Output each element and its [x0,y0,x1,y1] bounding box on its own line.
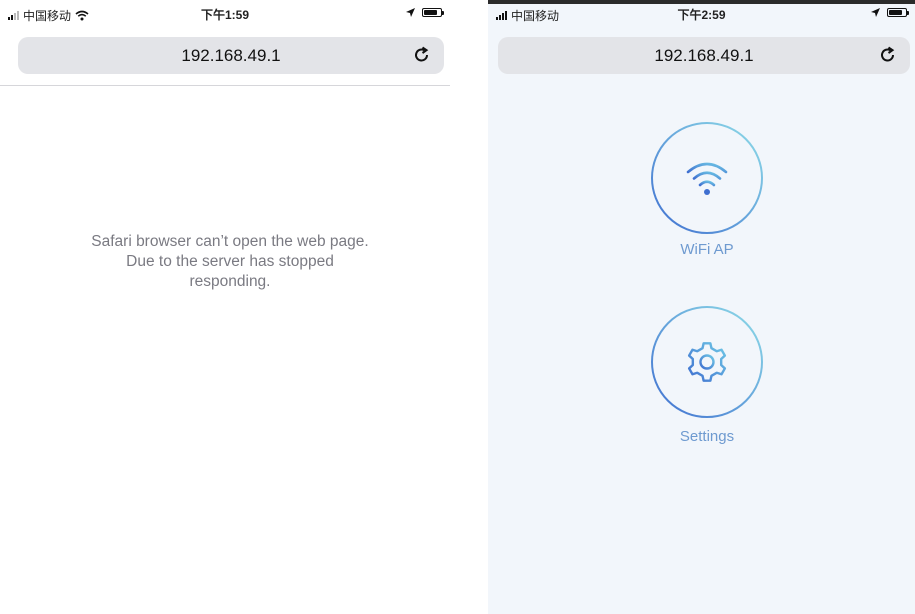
url-text: 192.168.49.1 [654,46,754,65]
battery-icon [422,8,444,17]
settings-label: Settings [679,428,735,445]
location-icon [406,8,415,17]
reload-icon[interactable] [412,45,432,65]
battery-icon [887,8,909,17]
status-bar: 中国移动 下午1:59 [0,0,450,30]
location-icon [871,8,880,17]
url-bar[interactable]: 192.168.49.1 [498,37,910,74]
reload-icon[interactable] [878,45,898,65]
divider [0,85,450,86]
status-time: 下午1:59 [200,8,250,22]
status-bar: 中国移动 下午2:59 [488,0,915,30]
url-text: 192.168.49.1 [181,46,281,65]
left-phone-screen: 中国移动 下午1:59 192.168.49.1 Safari browser … [0,0,450,614]
error-line-3: responding. [189,273,271,290]
error-message: Safari browser can’t open the web page. … [0,232,450,292]
right-phone-screen: 中国移动 下午2:59 192.168.49.1 WiFi AP Setting… [488,0,915,614]
url-bar[interactable]: 192.168.49.1 [18,37,444,74]
error-line-1: Safari browser can’t open the web page. [91,233,369,250]
error-line-2: Due to the server has stopped [126,253,334,270]
wifi-ap-label: WiFi AP [680,241,734,258]
wifi-ap-button[interactable] [650,121,764,235]
status-time: 下午2:59 [677,8,726,22]
settings-button[interactable] [650,305,764,419]
